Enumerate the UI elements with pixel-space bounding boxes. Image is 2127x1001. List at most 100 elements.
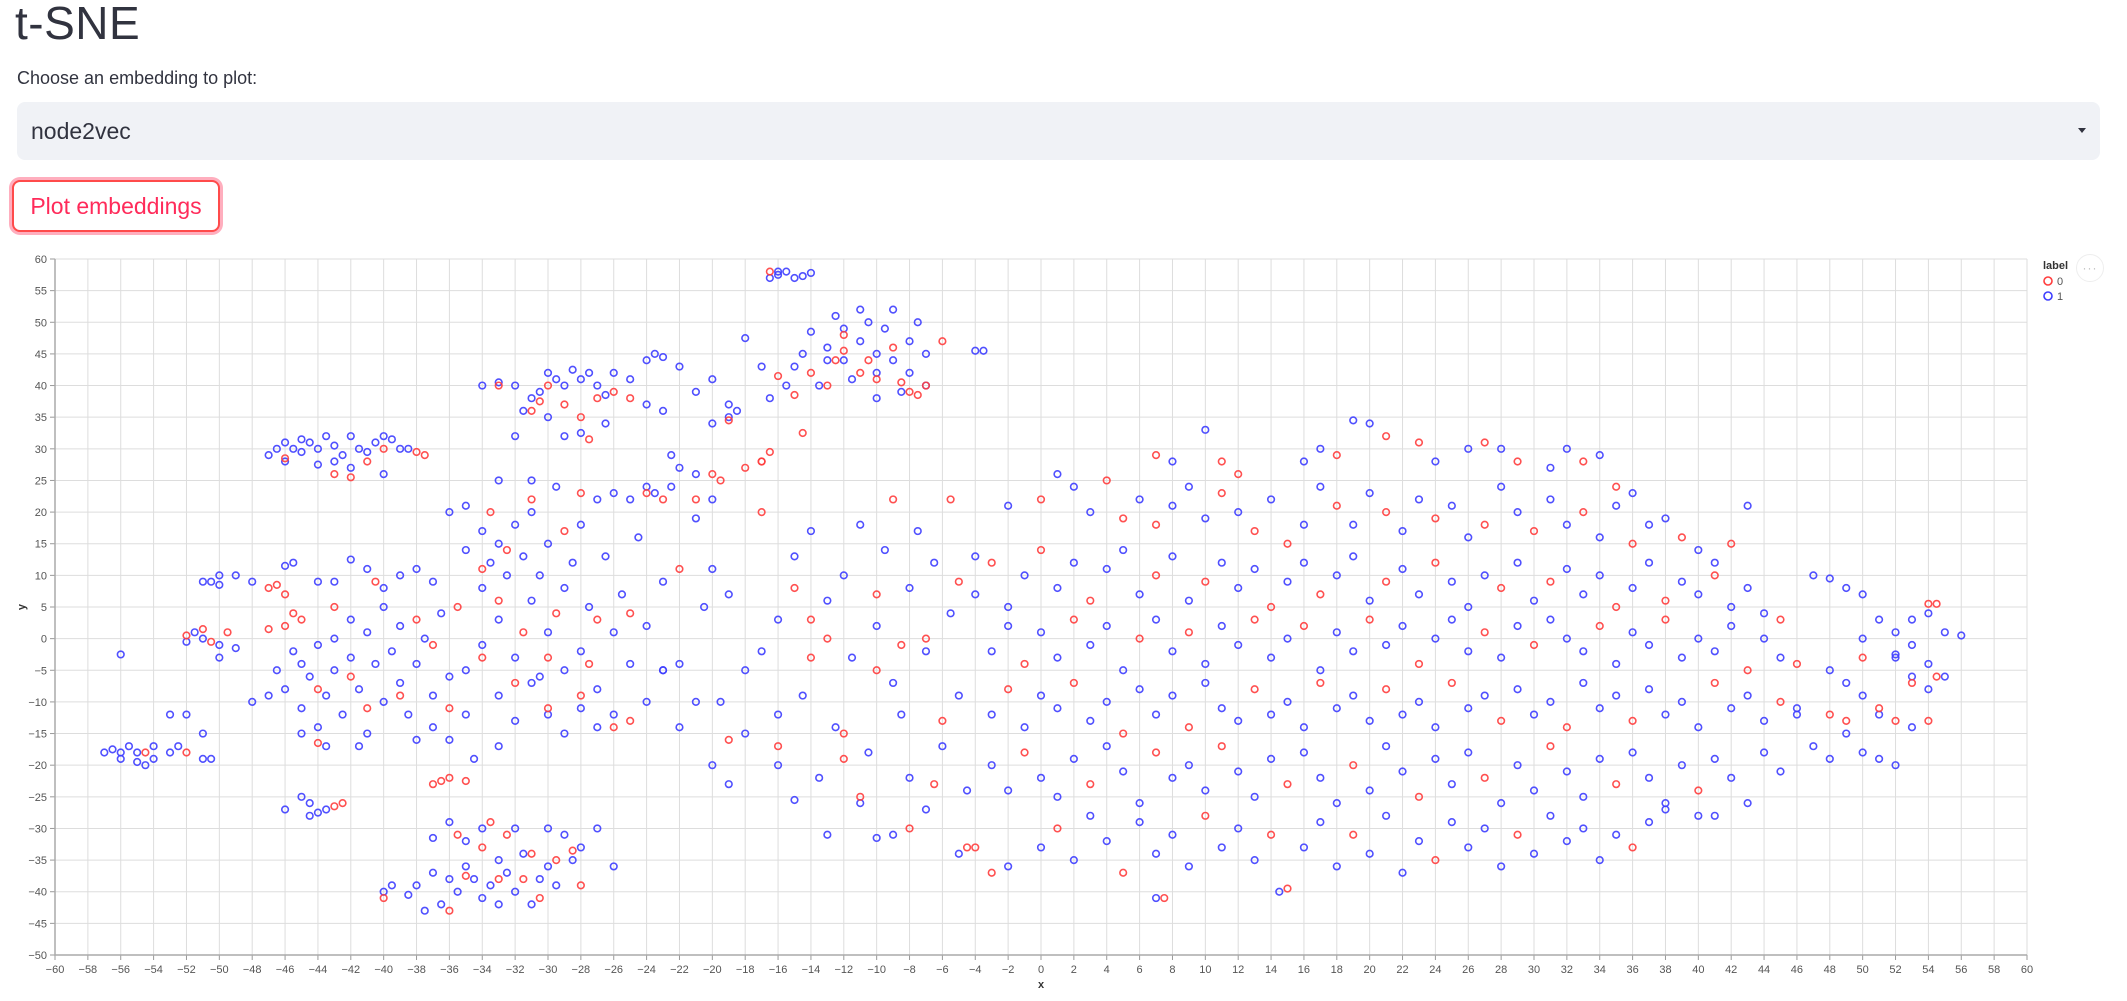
x-tick-label: 20 [1364,964,1376,976]
y-tick-label: 25 [35,475,47,487]
data-point-label-1 [1447,780,1456,789]
data-point-label-1 [921,647,931,656]
x-tick-label: 6 [1137,964,1143,976]
data-point-label-0 [363,704,372,713]
data-point-label-1 [987,647,996,656]
x-tick-label: 50 [1857,964,1869,976]
data-point-label-1 [1644,818,1654,827]
data-point-label-1 [650,489,659,498]
x-tick-label: −6 [936,964,949,976]
data-point-label-0 [1250,685,1259,694]
data-point-label-0 [1086,596,1095,605]
data-point-label-1 [888,830,898,839]
data-point-label-1 [815,773,824,782]
data-point-label-1 [1907,615,1917,624]
data-point-label-0 [560,400,569,409]
data-point-label-1 [1316,773,1325,782]
data-point-label-1 [437,609,446,618]
data-point-label-1 [198,577,207,586]
data-point-label-1 [560,583,569,593]
data-point-label-1 [1020,723,1029,732]
data-point-label-1 [1151,849,1161,858]
y-tick-label: 30 [35,444,47,456]
data-point-label-0 [584,435,594,444]
data-point-label-0 [1381,577,1391,586]
y-tick-label: −30 [28,823,47,835]
data-point-label-0 [1480,438,1489,447]
y-tick-label: −15 [28,729,47,741]
chart-actions-menu-button[interactable]: ··· [2076,254,2104,282]
data-point-label-1 [568,365,577,374]
data-point-label-1 [133,748,142,757]
data-point-label-1 [757,362,766,371]
x-tick-label: 52 [1889,964,1901,976]
data-point-label-0 [461,871,470,881]
data-point-label-0 [946,495,955,504]
x-tick-label: −38 [407,964,426,976]
y-tick-label: 15 [35,539,47,551]
data-point-label-0 [1250,615,1259,624]
data-point-label-1 [133,757,142,767]
data-point-label-1 [888,305,898,314]
data-point-label-1 [428,833,438,843]
data-point-label-1 [732,406,742,415]
data-point-label-1 [207,754,216,763]
x-tick-label: −22 [670,964,689,976]
data-point-label-0 [396,691,405,700]
data-point-label-1 [658,352,668,362]
x-tick-label: 38 [1659,964,1671,976]
data-point-label-1 [1349,416,1358,425]
x-tick-label: −40 [374,964,393,976]
x-tick-label: −32 [506,964,525,976]
data-point-label-0 [1151,451,1161,460]
data-point-label-1 [494,900,503,909]
data-point-label-0 [568,846,577,855]
x-tick-label: 18 [1331,964,1343,976]
data-point-label-1 [1776,767,1785,776]
data-point-label-1 [1842,583,1851,593]
data-point-label-1 [856,337,865,346]
x-tick-label: −8 [903,964,916,976]
embedding-select[interactable]: node2vec [17,102,2100,160]
data-point-label-1 [1053,583,1062,593]
x-tick-label: 10 [1199,964,1211,976]
y-tick-label: −35 [28,855,47,867]
data-point-label-1 [1217,558,1226,567]
x-tick-label: −14 [802,964,821,976]
data-point-label-1 [527,596,536,605]
data-point-label-1 [691,387,701,396]
data-point-label-1 [864,748,873,757]
data-point-label-1 [305,811,314,820]
legend-symbol-0 [2043,276,2053,286]
data-point-label-1 [790,273,799,283]
data-point-label-1 [593,495,602,504]
data-point-label-0 [223,628,232,637]
data-point-label-1 [790,362,799,371]
plot-embeddings-button[interactable]: Plot embeddings [12,180,220,232]
data-point-label-1 [1151,710,1161,719]
data-point-label-1 [428,723,438,732]
x-tick-label: 34 [1594,964,1606,976]
data-point-label-1 [527,678,536,688]
data-point-label-0 [330,802,339,811]
data-point-label-1 [1086,811,1095,820]
data-point-label-1 [1513,558,1522,567]
data-point-label-0 [502,830,512,839]
data-point-label-1 [100,748,109,757]
data-point-label-1 [1283,577,1292,586]
data-point-label-1 [494,691,503,700]
data-point-label-1 [691,470,701,479]
data-point-label-0 [1283,780,1292,789]
data-point-label-0 [765,447,774,457]
data-point-label-0 [1381,432,1391,441]
data-point-label-1 [165,710,175,719]
x-tick-label: 56 [1955,964,1967,976]
data-point-label-1 [486,558,495,567]
data-point-label-1 [519,552,528,561]
data-point-label-0 [1184,723,1193,732]
data-point-label-1 [1217,843,1226,852]
x-tick-label: −48 [243,964,262,976]
data-point-label-1 [1349,691,1358,700]
data-point-label-0 [1381,685,1391,694]
data-point-label-1 [1414,837,1424,846]
